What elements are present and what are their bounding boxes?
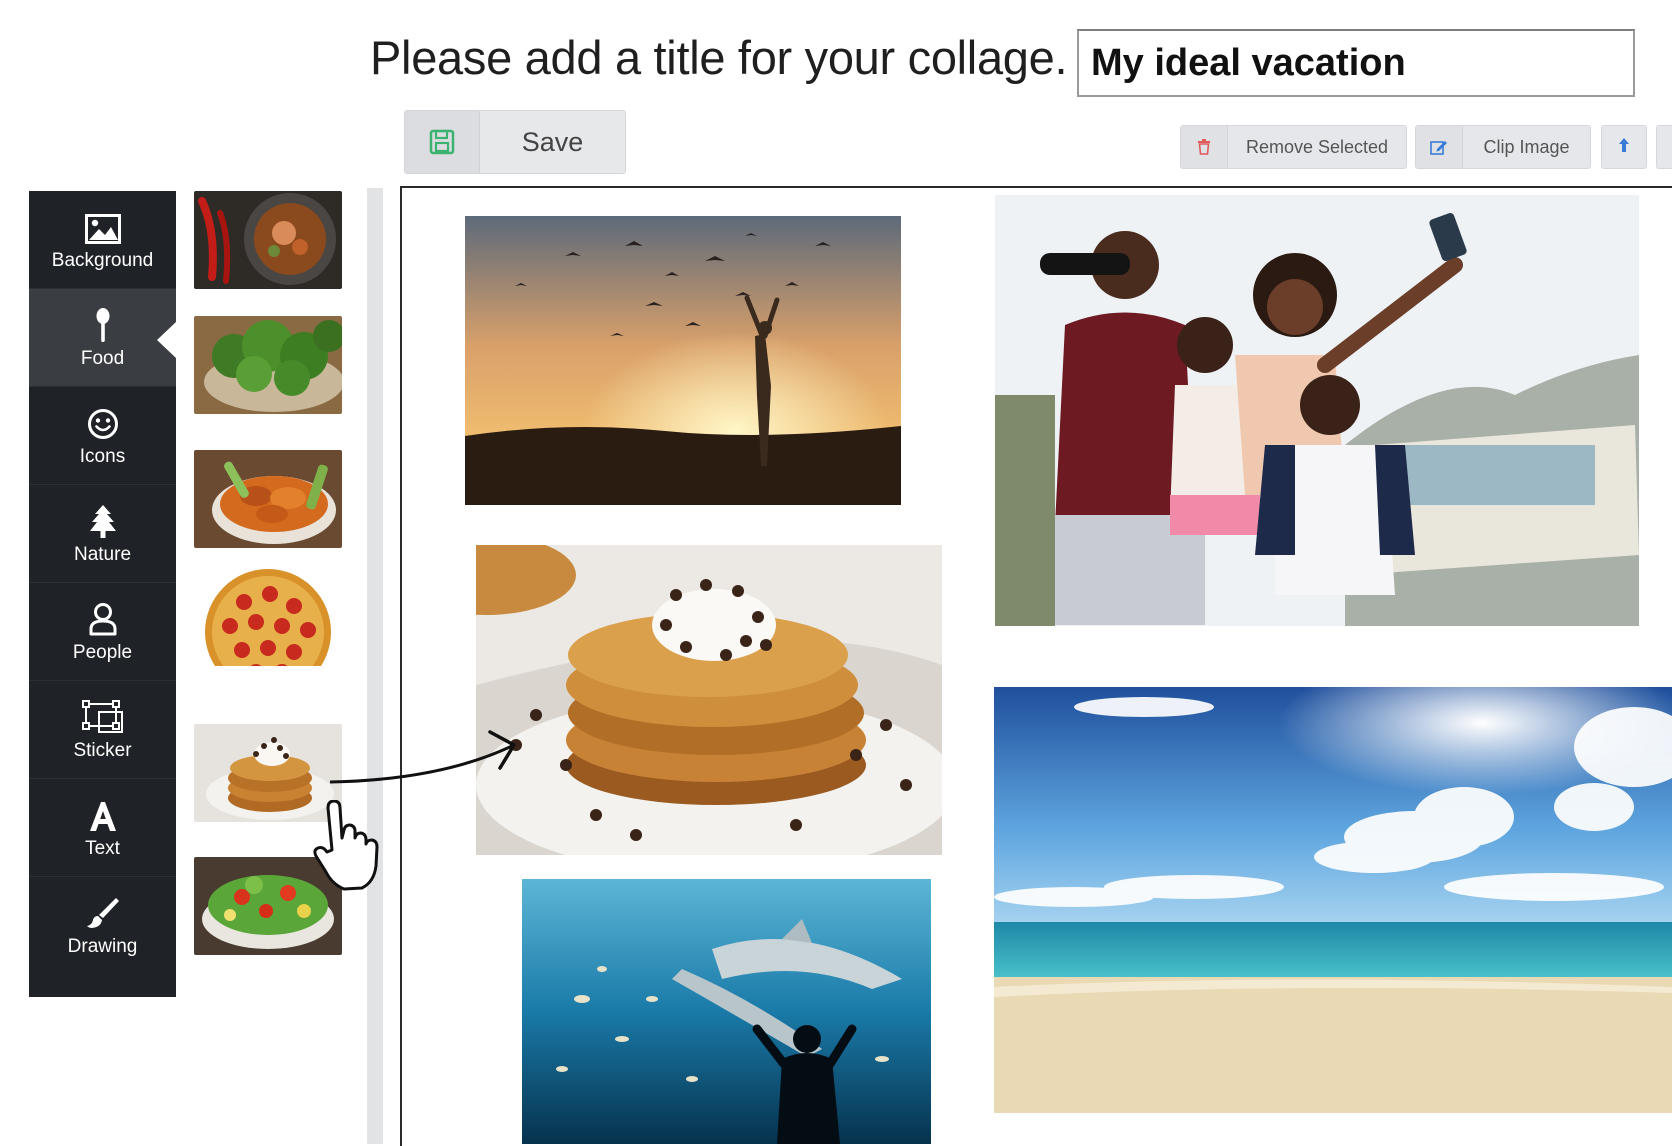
bring-forward-button[interactable] bbox=[1601, 125, 1647, 169]
smiley-icon bbox=[87, 404, 119, 440]
sidebar-item-label: Background bbox=[51, 249, 154, 271]
clip-image-label: Clip Image bbox=[1483, 136, 1570, 157]
sidebar-item-label: Food bbox=[80, 347, 125, 369]
thumbnail-noodles[interactable] bbox=[194, 191, 342, 289]
collage-photo-family-selfie[interactable] bbox=[995, 195, 1639, 626]
collage-title-prompt: Please add a title for your collage. bbox=[370, 31, 1068, 84]
clip-image-button[interactable]: Clip Image bbox=[1415, 125, 1591, 169]
sidebar-item-food[interactable]: Food bbox=[29, 289, 176, 387]
sidebar-item-label: Sticker bbox=[73, 739, 132, 761]
edit-icon bbox=[1416, 126, 1463, 168]
collage-photo-pancakes[interactable] bbox=[476, 545, 942, 855]
collage-photo-sunset[interactable] bbox=[465, 216, 901, 505]
trash-icon bbox=[1181, 126, 1228, 168]
sidebar-item-label: Drawing bbox=[67, 936, 138, 957]
sidebar-item-label: People bbox=[72, 641, 133, 663]
person-icon bbox=[89, 600, 117, 636]
collage-title-input[interactable] bbox=[1077, 29, 1635, 97]
spoon-icon bbox=[95, 306, 111, 342]
thumbnail-broccoli[interactable] bbox=[194, 316, 342, 414]
panel-divider[interactable] bbox=[367, 188, 383, 1144]
sidebar-item-drawing[interactable]: Drawing bbox=[29, 877, 176, 975]
sidebar-item-people[interactable]: People bbox=[29, 583, 176, 681]
image-icon bbox=[84, 208, 121, 244]
thumbnail-pizza[interactable] bbox=[194, 568, 342, 666]
collage-photo-aquarium[interactable] bbox=[522, 879, 931, 1144]
collage-photo-beach[interactable] bbox=[994, 687, 1672, 1113]
sidebar-item-label: Text bbox=[85, 837, 120, 859]
remove-selected-label: Remove Selected bbox=[1245, 136, 1389, 157]
brush-icon bbox=[86, 894, 120, 930]
toolbar-overflow-button[interactable] bbox=[1656, 125, 1672, 169]
hand-cursor-icon bbox=[313, 800, 379, 891]
sidebar-item-text[interactable]: Text bbox=[29, 779, 176, 877]
floppy-disk-icon bbox=[405, 111, 480, 173]
letter-a-icon bbox=[87, 796, 119, 832]
save-label: Save bbox=[521, 126, 584, 157]
active-category-pointer bbox=[157, 322, 176, 358]
sidebar-item-background[interactable]: Background bbox=[29, 191, 176, 289]
sidebar-item-label: Icons bbox=[79, 445, 126, 467]
sidebar-item-nature[interactable]: Nature bbox=[29, 485, 176, 583]
sidebar-item-sticker[interactable]: Sticker bbox=[29, 681, 176, 779]
transform-icon bbox=[81, 698, 124, 734]
remove-selected-button[interactable]: Remove Selected bbox=[1180, 125, 1407, 169]
tree-icon bbox=[88, 502, 118, 538]
category-sidebar: Background Food Icons Nature People Stic… bbox=[29, 191, 176, 997]
thumbnail-chicken-wings[interactable] bbox=[194, 450, 342, 548]
sidebar-item-icons[interactable]: Icons bbox=[29, 387, 176, 485]
save-button[interactable]: Save bbox=[404, 110, 626, 174]
sidebar-item-label: Nature bbox=[73, 543, 132, 565]
arrow-up-icon bbox=[1618, 137, 1630, 158]
